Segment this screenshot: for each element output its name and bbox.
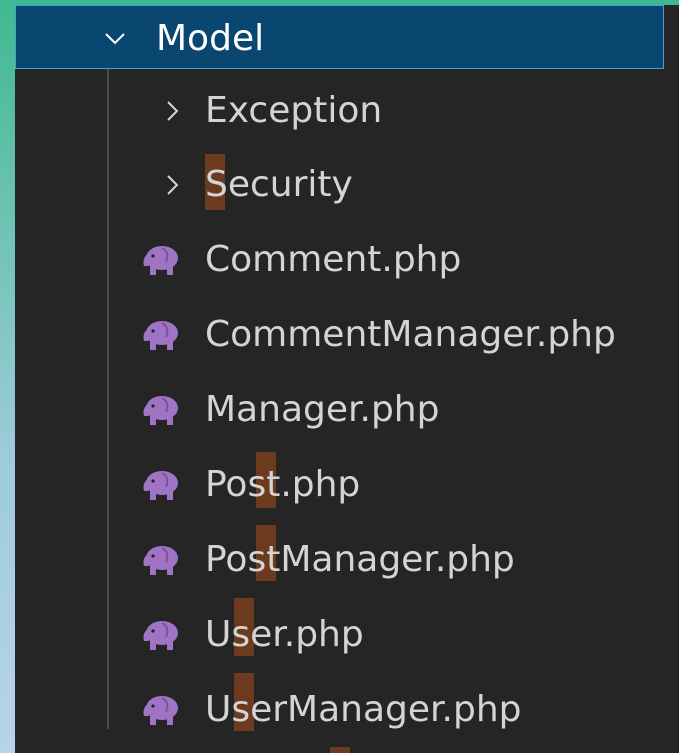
php-elephant-icon (143, 621, 178, 650)
php-elephant-icon (143, 396, 178, 425)
file-manager[interactable]: Manager.php (15, 373, 679, 447)
chevron-down-icon (105, 33, 125, 45)
folder-exception[interactable]: Exception (15, 74, 679, 148)
file-label: Post.php (205, 464, 361, 505)
file-label: User.php (205, 614, 364, 655)
file-label: PostManager.php (205, 539, 515, 580)
file-post[interactable]: Post.php (15, 448, 679, 522)
folder-label: Security (205, 164, 353, 205)
file-label: Manager.php (205, 389, 440, 430)
folder-label: Exception (205, 90, 383, 131)
file-label: CommentManager.php (205, 314, 616, 355)
search-match-marker (330, 747, 350, 753)
php-elephant-icon (143, 471, 178, 500)
php-elephant-icon (143, 321, 178, 350)
file-postmanager[interactable]: PostManager.php (15, 523, 679, 597)
folder-label: Model (156, 18, 265, 59)
file-label: Comment.php (205, 239, 462, 280)
folder-security[interactable]: Security (15, 148, 679, 222)
folder-model[interactable]: Model (15, 5, 664, 69)
chevron-right-icon (167, 101, 179, 121)
file-comment[interactable]: Comment.php (15, 223, 679, 297)
php-elephant-icon (143, 696, 178, 725)
php-elephant-icon (143, 546, 178, 575)
file-usermanager[interactable]: UserManager.php (15, 673, 679, 753)
file-label: UserManager.php (205, 689, 522, 730)
file-explorer: Model Exception Security Comment.php Com… (15, 5, 679, 753)
file-user[interactable]: User.php (15, 598, 679, 672)
file-commentmanager[interactable]: CommentManager.php (15, 298, 679, 372)
chevron-right-icon (167, 175, 179, 195)
php-elephant-icon (143, 246, 178, 275)
